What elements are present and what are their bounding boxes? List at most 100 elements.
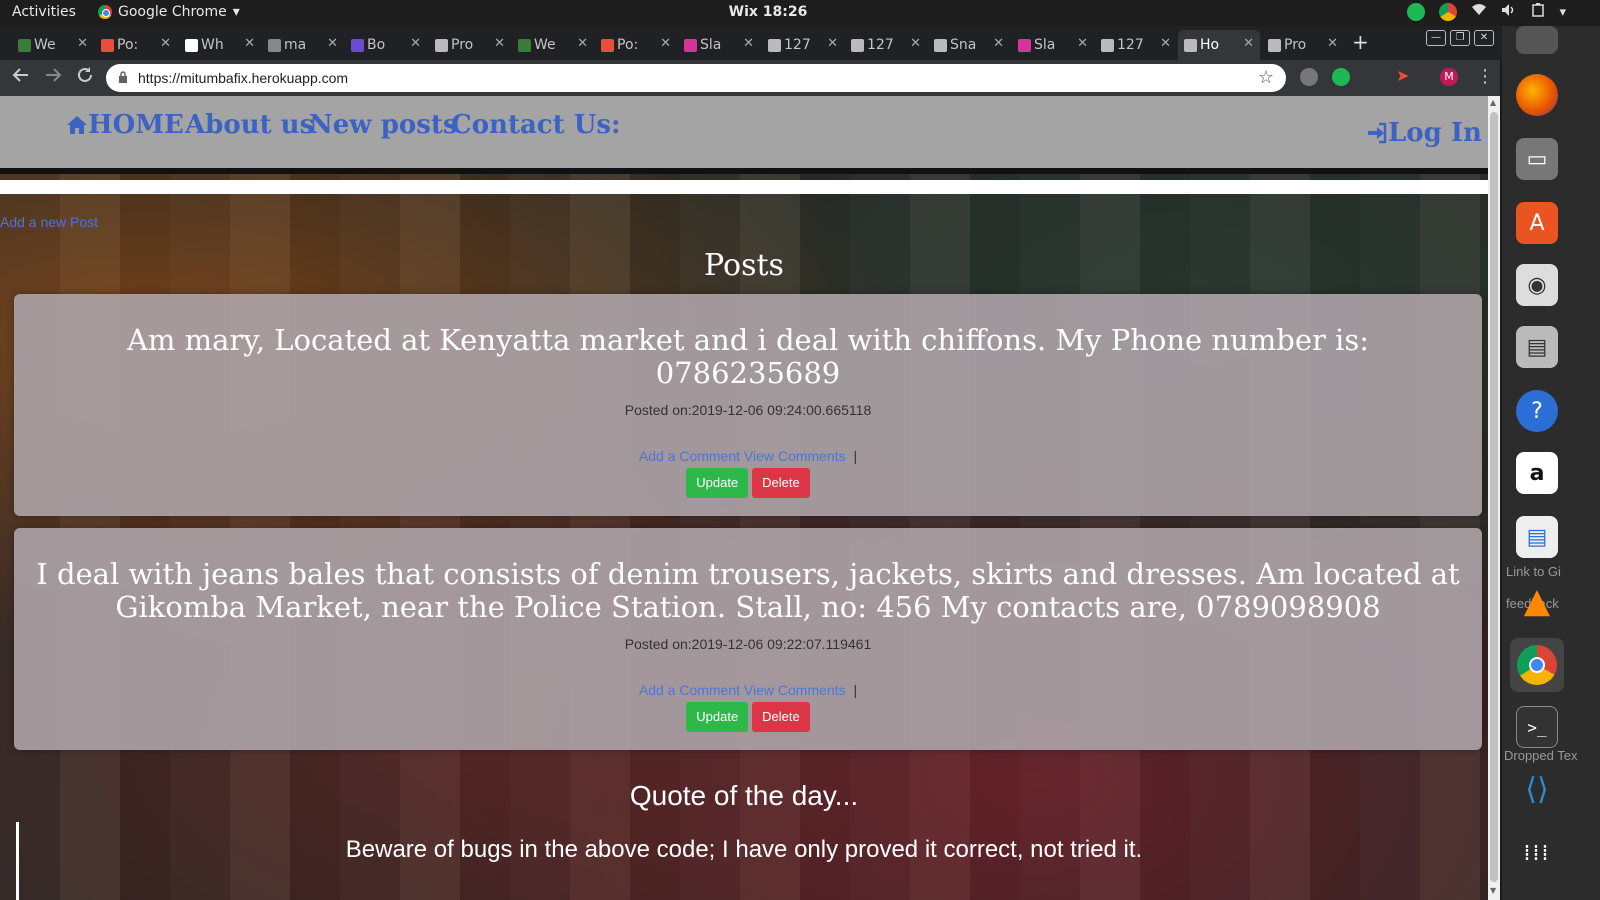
update-button[interactable]: Update	[686, 702, 749, 732]
kebab-menu-icon[interactable]: ⋮	[1476, 66, 1494, 87]
update-button[interactable]: Update	[686, 468, 749, 498]
tab-close-icon[interactable]: ✕	[743, 36, 754, 51]
restore-icon[interactable]: ❐	[1450, 30, 1470, 46]
tab-close-icon[interactable]: ✕	[827, 36, 838, 51]
terminal-icon[interactable]: >_	[1516, 706, 1558, 748]
tab-close-icon[interactable]: ✕	[1243, 36, 1254, 51]
browser-tab[interactable]: We ✕	[12, 30, 94, 60]
battery-icon[interactable]	[1531, 3, 1545, 21]
view-comments-link[interactable]: View Comments	[744, 682, 846, 698]
browser-tab[interactable]: Ho ✕	[1178, 30, 1260, 60]
rhythmbox-icon[interactable]: ◉	[1516, 264, 1558, 306]
browser-tab[interactable]: 127 ✕	[845, 30, 927, 60]
clock[interactable]: Wix 18:26	[0, 4, 1536, 20]
vlc-icon[interactable]: ▲	[1516, 580, 1558, 622]
add-comment-link[interactable]: Add a Comment	[639, 682, 740, 698]
browser-tab[interactable]: Po: ✕	[595, 30, 677, 60]
tab-close-icon[interactable]: ✕	[494, 36, 505, 51]
chrome-icon[interactable]	[1510, 638, 1564, 692]
nav-home-link[interactable]: HOME	[66, 110, 184, 140]
status-indicator-icon[interactable]	[1407, 3, 1426, 21]
chevron-down-icon[interactable]: ▾	[1559, 5, 1566, 20]
site-navbar: HOME About us New posts Contact Us: Log …	[0, 96, 1488, 174]
software-center-icon[interactable]: A	[1516, 202, 1558, 244]
browser-tab[interactable]: Bo ✕	[345, 30, 427, 60]
nav-new-posts-link[interactable]: New posts	[309, 110, 458, 140]
link-separator: |	[853, 448, 858, 464]
extension-shield-icon[interactable]	[1300, 68, 1318, 86]
browser-tab[interactable]: Sla ✕	[678, 30, 760, 60]
add-new-post-link[interactable]: Add a new Post	[0, 214, 98, 230]
tab-label: We	[534, 37, 556, 53]
browser-tab[interactable]: Sla ✕	[1012, 30, 1094, 60]
close-icon[interactable]: ✕	[1474, 30, 1494, 46]
libreoffice-writer-icon[interactable]: ▤	[1516, 516, 1558, 558]
url-text[interactable]: https://mitumbafix.herokuapp.com	[138, 70, 348, 86]
tab-close-icon[interactable]: ✕	[410, 36, 421, 51]
firefox-icon[interactable]	[1516, 74, 1558, 116]
tab-close-icon[interactable]: ✕	[910, 36, 921, 51]
chrome-tray-icon[interactable]	[1439, 3, 1458, 21]
tab-close-icon[interactable]: ✕	[77, 36, 88, 51]
tab-label: Ho	[1200, 37, 1220, 53]
scrollbar-thumb[interactable]	[1490, 112, 1498, 882]
nav-contact-link[interactable]: Contact Us:	[451, 110, 621, 140]
nav-about-link[interactable]: About us	[185, 110, 314, 140]
app-grid-icon[interactable]: ⁞⁞⁞	[1516, 832, 1558, 874]
help-icon[interactable]: ?	[1516, 390, 1558, 432]
system-tray[interactable]: ▾	[1407, 3, 1566, 21]
scroll-down-icon[interactable]: ▼	[1490, 886, 1496, 895]
tab-label: Po:	[617, 37, 639, 53]
browser-tab[interactable]: Wh ✕	[179, 30, 261, 60]
tab-close-icon[interactable]: ✕	[660, 36, 671, 51]
new-tab-button[interactable]: +	[1352, 30, 1369, 54]
extension-status-icon[interactable]	[1332, 68, 1350, 86]
tab-close-icon[interactable]: ✕	[993, 36, 1004, 51]
tab-favicon-icon	[435, 39, 448, 52]
back-arrow-icon[interactable]	[12, 66, 30, 89]
browser-tab[interactable]: We ✕	[512, 30, 594, 60]
tab-close-icon[interactable]: ✕	[1077, 36, 1088, 51]
delete-button[interactable]: Delete	[752, 468, 810, 498]
tab-close-icon[interactable]: ✕	[577, 36, 588, 51]
file-manager-icon[interactable]: ▭	[1516, 138, 1558, 180]
post-date: Posted on:2019-12-06 09:24:00.665118	[624, 402, 872, 418]
browser-tab[interactable]: Pro ✕	[429, 30, 511, 60]
profile-avatar[interactable]: M	[1440, 68, 1458, 86]
browser-tab[interactable]: 127 ✕	[762, 30, 844, 60]
extension-arrow-icon[interactable]: ➤	[1396, 66, 1414, 85]
volume-icon[interactable]	[1501, 3, 1517, 21]
browser-tab[interactable]: Po: ✕	[95, 30, 177, 60]
nav-login-link[interactable]: Log In	[1366, 118, 1482, 148]
view-comments-link[interactable]: View Comments	[744, 448, 846, 464]
wifi-icon[interactable]	[1471, 3, 1487, 21]
tab-label: 127	[867, 37, 894, 53]
tab-close-icon[interactable]: ✕	[327, 36, 338, 51]
printer-icon[interactable]: ▤	[1516, 326, 1558, 368]
files-icon[interactable]	[1516, 26, 1558, 54]
tab-favicon-icon	[101, 39, 114, 52]
tab-close-icon[interactable]: ✕	[160, 36, 171, 51]
amazon-icon[interactable]: a	[1516, 452, 1558, 494]
page-scrollbar[interactable]: ▲ ▼	[1488, 96, 1500, 900]
browser-tab[interactable]: ma ✕	[262, 30, 344, 60]
browser-tab[interactable]: Pro ✕	[1262, 30, 1344, 60]
tab-favicon-icon	[268, 39, 281, 52]
delete-button[interactable]: Delete	[752, 702, 810, 732]
tab-close-icon[interactable]: ✕	[244, 36, 255, 51]
browser-tab[interactable]: 127 ✕	[1095, 30, 1177, 60]
add-comment-link[interactable]: Add a Comment	[639, 448, 740, 464]
tab-favicon-icon	[1018, 39, 1031, 52]
tab-label: Po:	[117, 37, 139, 53]
address-bar[interactable]: https://mitumbafix.herokuapp.com ☆	[106, 64, 1286, 92]
scroll-up-icon[interactable]: ▲	[1490, 98, 1496, 107]
browser-tab[interactable]: Sna ✕	[928, 30, 1010, 60]
vscode-icon[interactable]: ⟨⟩	[1516, 768, 1558, 810]
tab-label: Wh	[201, 37, 224, 53]
tab-close-icon[interactable]: ✕	[1327, 36, 1338, 51]
bookmark-star-icon[interactable]: ☆	[1258, 67, 1274, 88]
minimize-icon[interactable]: —	[1426, 30, 1446, 46]
forward-arrow-icon[interactable]	[44, 66, 62, 89]
tab-close-icon[interactable]: ✕	[1160, 36, 1171, 51]
reload-icon[interactable]	[76, 66, 94, 89]
